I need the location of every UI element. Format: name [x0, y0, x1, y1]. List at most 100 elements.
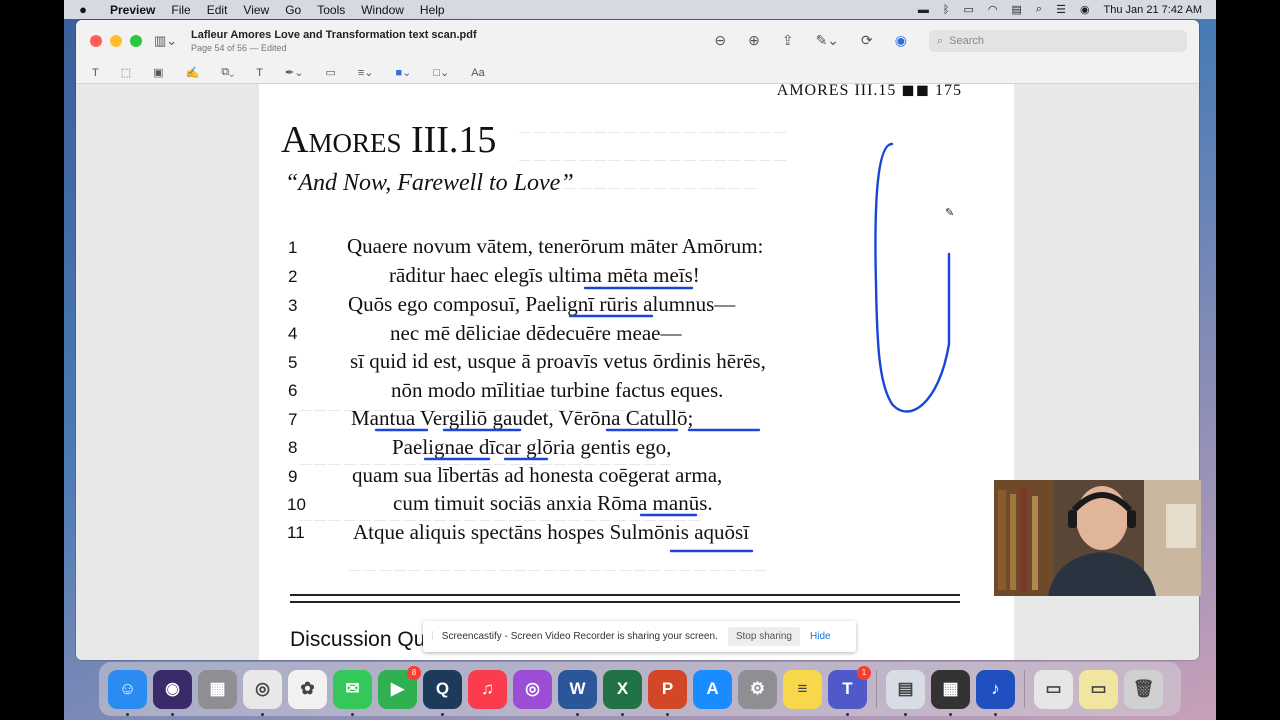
spotlight-search-icon[interactable]: ⌕: [1036, 3, 1042, 16]
audacity-icon[interactable]: ♪: [976, 669, 1015, 716]
siri-icon[interactable]: ◉: [1080, 3, 1090, 16]
title-bar: ▥⌄ Lafleur Amores Love and Transformatio…: [76, 20, 1199, 62]
word-icon[interactable]: W: [558, 669, 597, 716]
pdf-page[interactable]: — — — — — — — — — — — — — — — — — — — — …: [259, 84, 1014, 660]
running-indicator: [261, 712, 264, 716]
control-center-icon[interactable]: ☰: [1056, 3, 1066, 16]
siri-glyph: ◉: [165, 679, 180, 698]
menu-edit[interactable]: Edit: [199, 3, 236, 17]
window-controls: [90, 35, 142, 47]
document-title: Lafleur Amores Love and Transformation t…: [191, 29, 477, 41]
notification-badge: 1: [857, 665, 871, 680]
messages-glyph: ✉: [345, 679, 360, 698]
menu-file[interactable]: File: [163, 3, 198, 17]
share-icon[interactable]: ⇪: [782, 32, 794, 49]
trash-icon[interactable]: 🗑: [1124, 669, 1163, 709]
messages-icon[interactable]: ✉: [333, 669, 372, 716]
search-field[interactable]: ⌕ Search: [929, 30, 1187, 52]
menu-help[interactable]: Help: [412, 3, 453, 17]
rotate-icon[interactable]: ⟳: [861, 32, 873, 49]
fill-color-icon[interactable]: □⌄: [433, 66, 449, 79]
bracket-stroke: [874, 142, 951, 413]
finder-glyph: ☺: [118, 679, 137, 698]
text-selection-icon[interactable]: T: [92, 67, 99, 79]
downloads-stack-icon[interactable]: ▭: [1034, 669, 1073, 709]
stop-sharing-button[interactable]: Stop sharing: [727, 627, 800, 646]
zoom-in-icon[interactable]: ⊕: [748, 32, 760, 49]
excel-icon[interactable]: X: [603, 669, 642, 716]
sketch-icon[interactable]: ✍: [186, 66, 200, 79]
finder-icon[interactable]: ☺: [108, 669, 147, 716]
border-color-icon[interactable]: ■⌄: [396, 66, 412, 79]
trash-glyph: 🗑: [1132, 679, 1155, 698]
minimize-button[interactable]: [110, 35, 122, 47]
zoom-out-icon[interactable]: ⊖: [714, 32, 726, 49]
shape-style-icon[interactable]: ≡⌄: [358, 66, 374, 79]
chrome-glyph: ◎: [255, 679, 270, 698]
sidebar-toggle-icon[interactable]: ▥⌄: [154, 33, 177, 49]
hide-button[interactable]: Hide: [810, 631, 831, 642]
rectangular-selection-icon[interactable]: ⬚: [121, 66, 131, 79]
instant-alpha-icon[interactable]: ▣: [153, 66, 163, 79]
close-button[interactable]: [90, 35, 102, 47]
podcasts-icon[interactable]: ◎: [513, 669, 552, 709]
teams-icon[interactable]: T1: [828, 665, 871, 716]
shapes-icon[interactable]: ⧉⌄: [221, 66, 234, 79]
note-icon[interactable]: ▭: [325, 66, 335, 79]
drag-handle-icon[interactable]: ⁞: [431, 631, 434, 642]
bluetooth-icon[interactable]: ᛒ: [943, 4, 950, 16]
stickies-icon[interactable]: ≡: [783, 669, 822, 709]
powerpoint-icon[interactable]: P: [648, 669, 687, 716]
menu-app-name[interactable]: Preview: [102, 3, 163, 17]
powerpoint-glyph: P: [661, 679, 674, 698]
pen-annotations[interactable]: ✎: [259, 84, 1014, 660]
apple-icon[interactable]: ●: [64, 2, 102, 17]
dock-separator: [1024, 670, 1025, 708]
highlight-pen-icon[interactable]: ✎⌄: [816, 32, 839, 49]
running-indicator: [666, 712, 669, 716]
documents-stack-icon[interactable]: ▭: [1079, 669, 1118, 709]
running-indicator: [904, 712, 907, 716]
right-black-bar: [1216, 0, 1280, 720]
text-box-icon[interactable]: T: [256, 67, 263, 79]
running-indicator: [171, 712, 174, 716]
chrome-icon[interactable]: ◎: [243, 669, 282, 716]
music-icon[interactable]: ♫: [468, 669, 507, 709]
menu-tools[interactable]: Tools: [309, 3, 353, 17]
wifi-icon[interactable]: ◠: [988, 3, 998, 16]
facetime-icon[interactable]: ▶ 8: [378, 665, 421, 709]
running-indicator: [621, 712, 624, 716]
system-preferences-glyph: ⚙: [749, 679, 766, 698]
podcasts-glyph: ◎: [525, 679, 540, 698]
menu-datetime[interactable]: Thu Jan 21 7:42 AM: [1104, 4, 1202, 16]
text-style-button[interactable]: Aa: [471, 67, 484, 79]
launchpad-icon[interactable]: ▦: [198, 669, 237, 709]
launchpad-glyph: ▦: [209, 679, 226, 698]
downloads-stack-glyph: ▭: [1045, 679, 1062, 698]
preview-icon[interactable]: ▤: [886, 669, 925, 716]
menu-bar: ● Preview File Edit View Go Tools Window…: [64, 0, 1216, 19]
sign-icon[interactable]: ✒⌄: [285, 66, 303, 79]
system-preferences-icon[interactable]: ⚙: [738, 669, 777, 709]
siri-icon[interactable]: ◉: [153, 669, 192, 716]
battery-icon[interactable]: ▭: [963, 3, 973, 16]
photos-icon[interactable]: ✿: [288, 669, 327, 709]
calculator-icon[interactable]: ▦: [931, 669, 970, 716]
running-indicator: [846, 712, 849, 716]
menu-view[interactable]: View: [235, 3, 277, 17]
fullscreen-button[interactable]: [130, 35, 142, 47]
document-subtitle: Page 54 of 56 — Edited: [191, 43, 287, 53]
keyboard-flag-icon[interactable]: ▤: [1011, 3, 1021, 16]
markup-icon[interactable]: ◉: [895, 32, 907, 49]
search-icon: ⌕: [937, 34, 944, 47]
menu-go[interactable]: Go: [277, 3, 309, 17]
audacity-glyph: ♪: [991, 679, 1000, 698]
music-glyph: ♫: [481, 679, 494, 698]
app-store-icon[interactable]: A: [693, 669, 732, 709]
record-icon[interactable]: ▬: [918, 4, 929, 16]
quicktime-icon[interactable]: Q: [423, 669, 462, 716]
menu-window[interactable]: Window: [353, 3, 412, 17]
dock: ☺ ◉ ▦ ◎ ✿ ✉ ▶ 8 Q ♫ ◎ W X P A ⚙ ≡ T 1 ▤ ▦ ♪ ▭ ▭ 🗑: [99, 662, 1181, 716]
teams-glyph: T: [842, 679, 853, 698]
running-indicator: [441, 712, 444, 716]
